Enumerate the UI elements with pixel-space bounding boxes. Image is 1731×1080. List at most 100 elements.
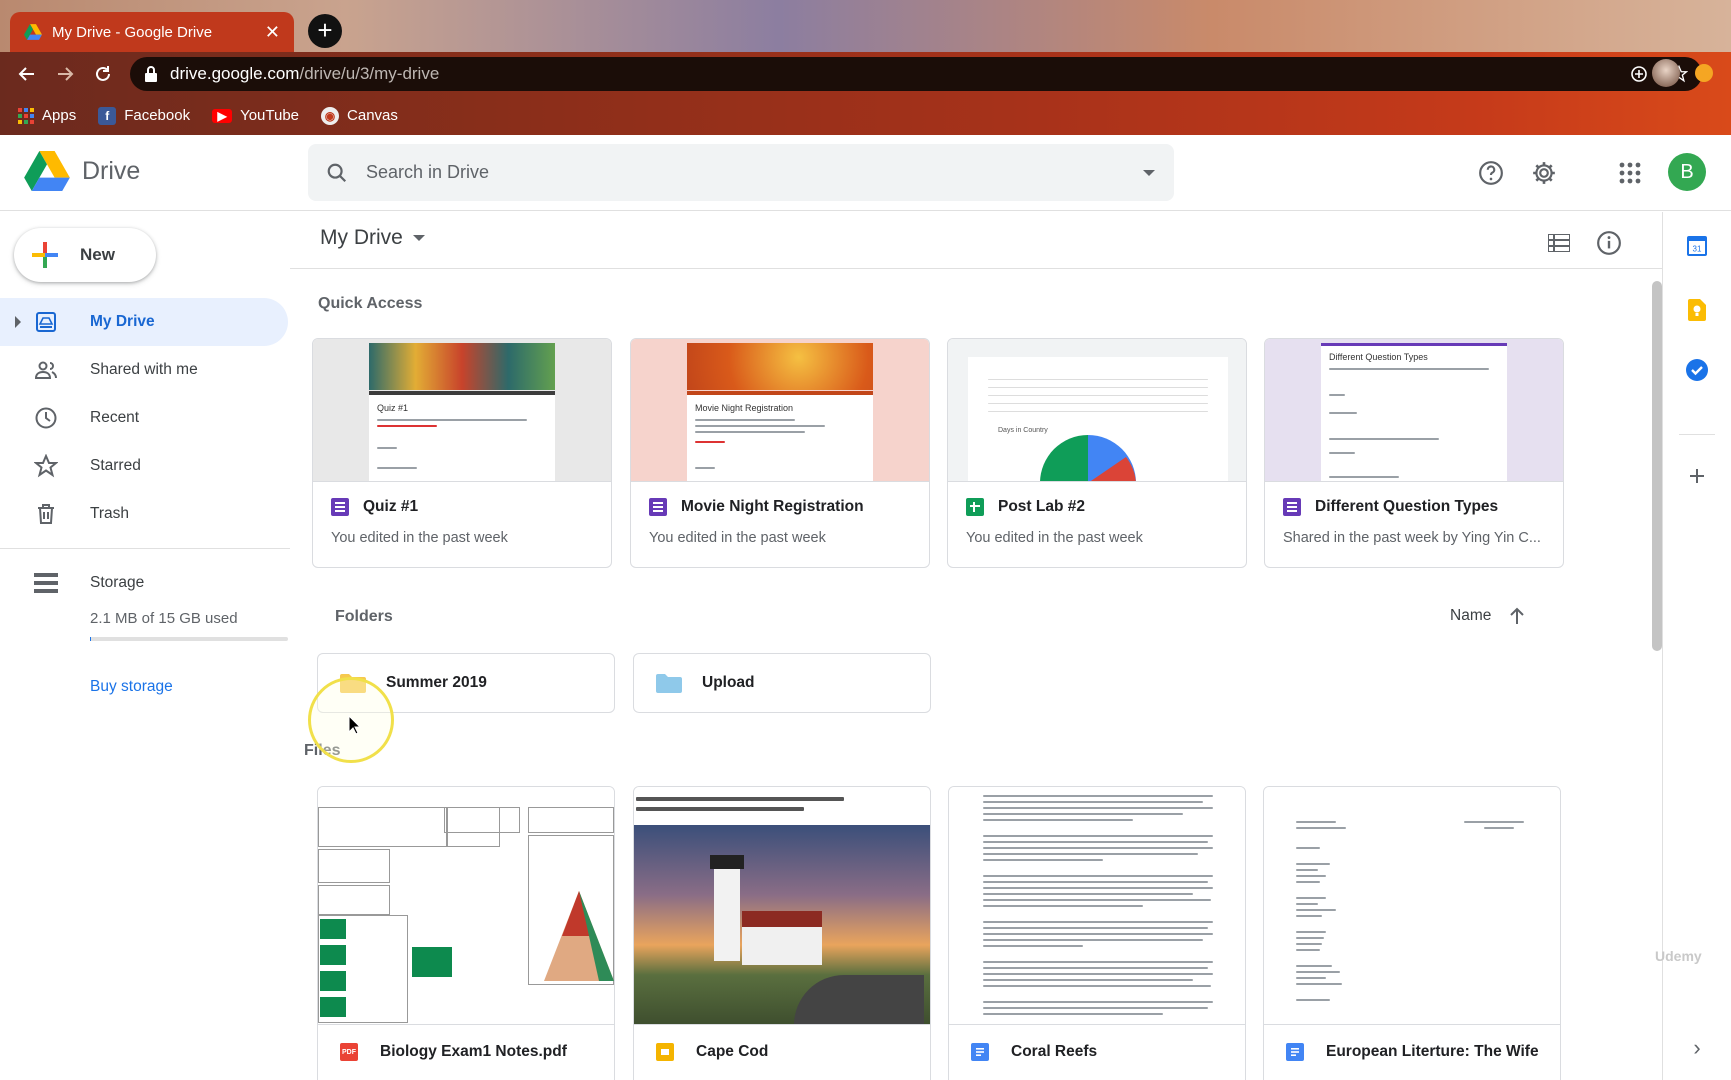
storage-item[interactable]: Storage xyxy=(0,568,290,598)
settings-gear-icon[interactable] xyxy=(1526,155,1562,191)
quick-access-card[interactable]: Days in Country Post Lab #2 You edited i… xyxy=(947,338,1247,568)
sidebar-item-recent[interactable]: Recent xyxy=(0,394,290,442)
thumbnail-sheet-body: Days in Country xyxy=(968,357,1228,481)
card-thumbnail: Days in Country xyxy=(948,339,1246,482)
google-forms-icon xyxy=(649,498,667,516)
profile-avatar-icon[interactable] xyxy=(1652,59,1680,87)
scrollbar-thumb[interactable] xyxy=(1652,281,1662,651)
thumbnail-heading: Movie Night Registration xyxy=(695,403,794,413)
back-icon[interactable] xyxy=(12,59,42,89)
buy-storage-link[interactable]: Buy storage xyxy=(90,678,173,696)
quick-access-card[interactable]: Quiz #1 Quiz #1 You edited in the past w… xyxy=(312,338,612,568)
file-name: Quiz #1 xyxy=(363,498,419,515)
diagram-thumbnail xyxy=(544,891,614,981)
file-card[interactable]: Cape Cod xyxy=(633,786,931,1080)
google-forms-icon xyxy=(1283,498,1301,516)
help-icon[interactable] xyxy=(1473,155,1509,191)
keep-icon[interactable] xyxy=(1683,296,1711,324)
account-avatar[interactable]: B xyxy=(1668,153,1706,191)
bookmark-apps[interactable]: Apps xyxy=(18,107,76,124)
quick-access-card[interactable]: Different Question Types Different Quest… xyxy=(1264,338,1564,568)
sidebar-item-shared[interactable]: Shared with me xyxy=(0,346,290,394)
file-name: Different Question Types xyxy=(1315,498,1499,515)
file-name: Coral Reefs xyxy=(1011,1043,1098,1060)
google-slides-icon xyxy=(656,1043,674,1061)
lighthouse-photo xyxy=(634,825,930,1024)
new-tab-button[interactable]: + xyxy=(308,14,342,48)
file-name: European Literture: The Wife xyxy=(1326,1043,1539,1060)
drive-logo[interactable]: Drive xyxy=(24,151,140,191)
my-drive-icon xyxy=(36,312,56,332)
bookmark-label: Apps xyxy=(42,107,77,124)
star-icon xyxy=(34,454,58,478)
add-addon-plus-icon[interactable] xyxy=(1683,462,1711,490)
rail-divider xyxy=(1679,434,1715,435)
bookmark-facebook[interactable]: f Facebook xyxy=(98,106,190,125)
arrow-up-icon[interactable] xyxy=(1509,607,1525,625)
bookmark-canvas[interactable]: ◉ Canvas xyxy=(321,106,398,125)
pdf-icon: PDF xyxy=(340,1043,358,1061)
sort-label: Name xyxy=(1450,607,1492,624)
storage-section: Storage 2.1 MB of 15 GB used xyxy=(0,568,290,641)
search-icon[interactable] xyxy=(326,162,348,184)
sort-control[interactable]: Name xyxy=(1450,607,1525,625)
bookmark-youtube[interactable]: ▶ YouTube xyxy=(212,107,299,124)
zoom-icon[interactable] xyxy=(1630,65,1648,83)
search-bar[interactable] xyxy=(308,144,1174,201)
google-sheets-icon xyxy=(966,498,984,516)
url-host: drive.google.com xyxy=(170,64,300,83)
storage-progress-bar xyxy=(90,637,288,641)
file-card[interactable]: PDF Biology Exam1 Notes.pdf xyxy=(317,786,615,1080)
expand-panel-chevron-icon[interactable]: › xyxy=(1683,1034,1711,1062)
lock-icon xyxy=(145,66,157,82)
file-name: Movie Night Registration xyxy=(681,498,864,515)
mouse-pointer-icon xyxy=(348,715,362,735)
new-button[interactable]: New xyxy=(14,228,156,282)
activity-text: Shared in the past week by Ying Yin C... xyxy=(1283,530,1541,546)
chevron-down-icon xyxy=(412,235,425,241)
expand-caret-icon[interactable] xyxy=(14,316,22,328)
reload-icon[interactable] xyxy=(88,59,118,89)
location-dropdown[interactable]: My Drive xyxy=(320,226,425,250)
file-card[interactable]: Coral Reefs xyxy=(948,786,1246,1080)
folder-item[interactable]: Upload xyxy=(633,653,931,713)
tasks-icon[interactable] xyxy=(1683,356,1711,384)
card-thumbnail: Movie Night Registration xyxy=(631,339,929,482)
facebook-icon: f xyxy=(98,106,117,125)
browser-tab[interactable]: My Drive - Google Drive ✕ xyxy=(10,12,294,52)
sidebar-item-my-drive[interactable]: My Drive xyxy=(0,298,288,346)
google-apps-grid-icon[interactable] xyxy=(1612,155,1648,191)
main-toolbar: My Drive xyxy=(290,212,1662,269)
quick-access-card[interactable]: Movie Night Registration Movie Night Reg… xyxy=(630,338,930,568)
details-info-icon[interactable] xyxy=(1594,228,1624,258)
folder-name: Summer 2019 xyxy=(386,674,487,691)
address-bar[interactable]: drive.google.com /drive/u/3/my-drive xyxy=(130,57,1702,91)
extension-icon[interactable] xyxy=(1695,64,1713,82)
thumbnail-banner xyxy=(687,343,873,390)
card-thumbnail: Quiz #1 xyxy=(313,339,611,482)
sidebar-item-trash[interactable]: Trash xyxy=(0,490,290,538)
close-tab-icon[interactable]: ✕ xyxy=(265,23,280,41)
sidebar-item-starred[interactable]: Starred xyxy=(0,442,290,490)
file-card[interactable]: European Literture: The Wife xyxy=(1263,786,1561,1080)
google-forms-icon xyxy=(331,498,349,516)
calendar-icon[interactable]: 31 xyxy=(1683,232,1711,260)
drive-logo-icon xyxy=(24,151,70,191)
new-button-label: New xyxy=(80,245,115,264)
thumbnail-heading: Different Question Types xyxy=(1329,352,1428,362)
search-options-dropdown-icon[interactable] xyxy=(1142,168,1156,178)
pie-chart-thumbnail xyxy=(1040,435,1136,481)
storage-icon xyxy=(34,573,58,593)
storage-progress-fill xyxy=(90,637,91,641)
watermark: Udemy xyxy=(1655,948,1702,964)
canvas-icon: ◉ xyxy=(321,106,340,125)
sidebar-item-label: Trash xyxy=(90,505,130,522)
page-title: My Drive xyxy=(320,226,403,249)
file-thumbnail xyxy=(1264,787,1560,1025)
file-name: Post Lab #2 xyxy=(998,498,1085,515)
list-view-icon[interactable] xyxy=(1544,228,1574,258)
activity-text: You edited in the past week xyxy=(649,530,826,546)
search-input[interactable] xyxy=(366,162,1142,183)
forward-icon[interactable] xyxy=(50,59,80,89)
sidebar-item-label: My Drive xyxy=(90,313,155,330)
